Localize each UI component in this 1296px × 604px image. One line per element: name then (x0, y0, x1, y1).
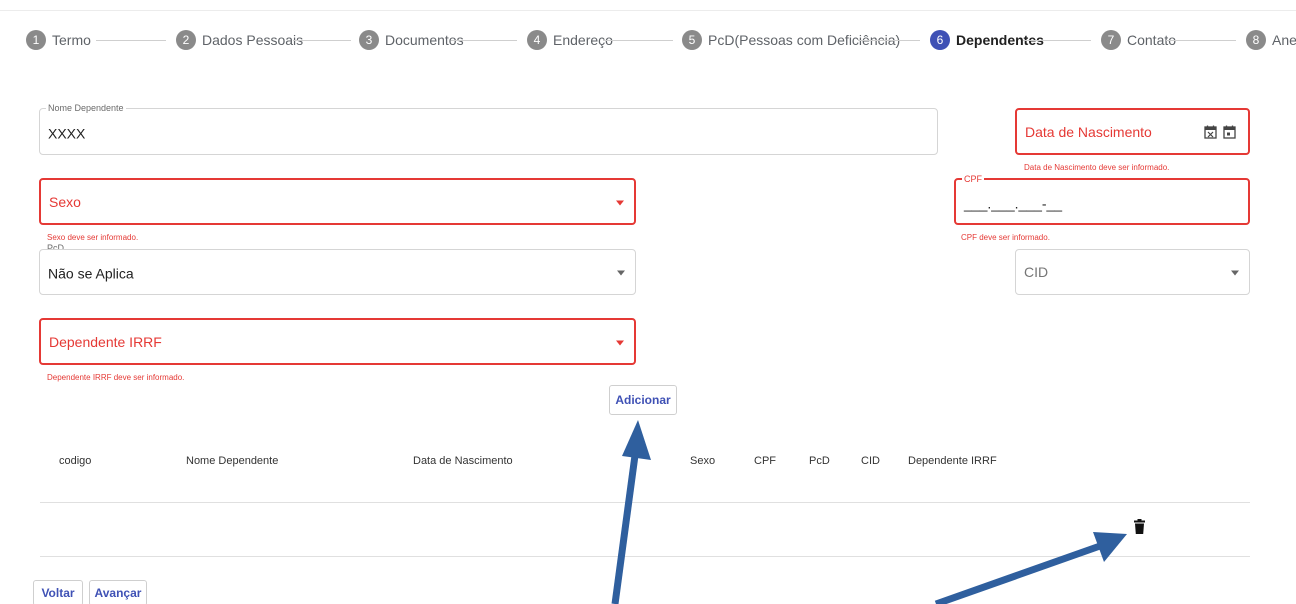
cpf-value: ___.___.___-__ (964, 195, 1063, 212)
voltar-button[interactable]: Voltar (33, 580, 83, 604)
divider (0, 10, 1296, 11)
nome-dependente-value: XXXX (48, 125, 86, 142)
column-header-sexo: Sexo (690, 455, 716, 467)
chevron-down-icon (616, 200, 624, 205)
step-number: 1 (26, 30, 46, 50)
step-connector (603, 40, 673, 41)
divider (40, 556, 1250, 557)
step-connector (293, 40, 351, 41)
column-header-cpf: CPF (754, 455, 776, 467)
cid-select[interactable]: CID (1015, 249, 1250, 295)
annotation-arrows (611, 420, 1127, 604)
calendar-clear-icon[interactable] (1204, 125, 1217, 139)
step-connector (1166, 40, 1236, 41)
step-number: 2 (176, 30, 196, 50)
step-connector (451, 40, 517, 41)
step-number: 5 (682, 30, 702, 50)
step-contato[interactable]: 7 Contato (1101, 29, 1176, 51)
calendar-icon[interactable] (1223, 125, 1236, 139)
cid-placeholder: CID (1024, 264, 1049, 280)
annotation-arrow-trash (934, 532, 1127, 604)
step-label: Dados Pessoais (202, 32, 304, 48)
cpf-label: CPF (962, 173, 984, 185)
chevron-down-icon (616, 340, 624, 345)
data-nascimento-error: Data de Nascimento deve ser informado. (1024, 163, 1170, 172)
column-header-codigo: codigo (59, 455, 92, 467)
sexo-error: Sexo deve ser informado. (47, 233, 139, 242)
step-number: 7 (1101, 30, 1121, 50)
step-dados-pessoais[interactable]: 2 Dados Pessoais (176, 29, 303, 51)
pcd-select[interactable]: Não se Aplica (39, 249, 636, 295)
dependente-irrf-select[interactable]: Dependente IRRF (39, 318, 636, 365)
step-number: 8 (1246, 30, 1266, 50)
step-endereco[interactable]: 4 Endereço (527, 29, 613, 51)
stepper: 1 Termo 2 Dados Pessoais 3 Documentos 4 … (0, 0, 1296, 80)
dependente-irrf-error: Dependente IRRF deve ser informado. (47, 373, 185, 382)
dependente-irrf-placeholder: Dependente IRRF (49, 333, 162, 350)
data-nascimento-field[interactable]: Data de Nascimento (1015, 108, 1250, 155)
date-icons (1204, 125, 1236, 139)
step-connector (1023, 40, 1091, 41)
step-termo[interactable]: 1 Termo (26, 29, 91, 51)
column-header-pcd: PcD (809, 455, 830, 467)
chevron-down-icon (1231, 270, 1239, 276)
column-header-cid: CID (861, 455, 880, 467)
step-documentos[interactable]: 3 Documentos (359, 29, 464, 51)
cpf-field[interactable]: CPF ___.___.___-__ (954, 173, 1250, 225)
divider (40, 502, 1250, 503)
annotation-arrow-adicionar (611, 420, 651, 604)
step-number: 3 (359, 30, 379, 50)
step-number: 4 (527, 30, 547, 50)
step-label: Termo (52, 32, 91, 48)
column-header-irrf: Dependente IRRF (908, 455, 997, 467)
cpf-error: CPF deve ser informado. (961, 233, 1050, 242)
pcd-value: Não se Aplica (48, 265, 134, 282)
data-nascimento-placeholder: Data de Nascimento (1025, 123, 1152, 140)
nome-dependente-label: Nome Dependente (46, 102, 126, 114)
column-header-nascimento: Data de Nascimento (413, 455, 513, 467)
step-label: Anexo (1272, 32, 1296, 48)
column-header-nome: Nome Dependente (186, 455, 279, 467)
step-anexo[interactable]: 8 Anexo (1246, 29, 1296, 51)
step-connector (96, 40, 166, 41)
adicionar-button[interactable]: Adicionar (609, 385, 677, 415)
chevron-down-icon (617, 270, 625, 276)
step-number: 6 (930, 30, 950, 50)
sexo-select[interactable]: Sexo (39, 178, 636, 225)
sexo-placeholder: Sexo (49, 193, 81, 210)
nome-dependente-field[interactable]: Nome Dependente XXXX (39, 102, 938, 155)
step-connector (858, 40, 920, 41)
trash-icon[interactable] (1134, 519, 1145, 534)
avancar-button[interactable]: Avançar (89, 580, 147, 604)
